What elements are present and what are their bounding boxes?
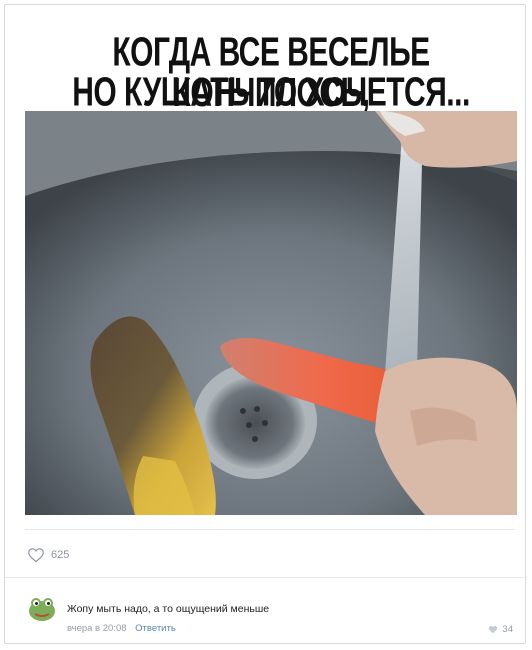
- post-card: КОГДА ВСЕ ВЕСЕЛЬЕ КОНЧИЛОСЬ, НО КУШАТЬ Т…: [4, 4, 527, 644]
- heart-icon: [28, 548, 44, 563]
- comment-likes-count: 34: [502, 624, 513, 635]
- post-divider: [25, 529, 515, 530]
- comments-divider: [5, 577, 527, 578]
- comment-text: Жопу мыть надо, а то ощущений меньше: [67, 603, 270, 615]
- caption-line-2: НО КУШАТЬ ТО ХОЧЕТСЯ...: [72, 70, 470, 115]
- sink-illustration: [25, 111, 517, 515]
- comment-meta: вчера в 20:08 Ответить: [67, 623, 176, 634]
- avatar[interactable]: [25, 591, 59, 625]
- comment-like-button[interactable]: 34: [488, 624, 513, 635]
- meme-image[interactable]: КОГДА ВСЕ ВЕСЕЛЬЕ КОНЧИЛОСЬ, НО КУШАТЬ Т…: [25, 19, 517, 515]
- meme-caption: КОГДА ВСЕ ВЕСЕЛЬЕ КОНЧИЛОСЬ, НО КУШАТЬ Т…: [25, 19, 517, 115]
- comment-time[interactable]: вчера в 20:08: [67, 623, 127, 634]
- sink-photo: [25, 111, 517, 515]
- small-heart-icon: [489, 626, 498, 634]
- likes-count: 625: [51, 549, 70, 561]
- like-button[interactable]: 625: [27, 545, 69, 565]
- avatar-frog-icon: [25, 591, 59, 625]
- reply-link[interactable]: Ответить: [135, 623, 176, 634]
